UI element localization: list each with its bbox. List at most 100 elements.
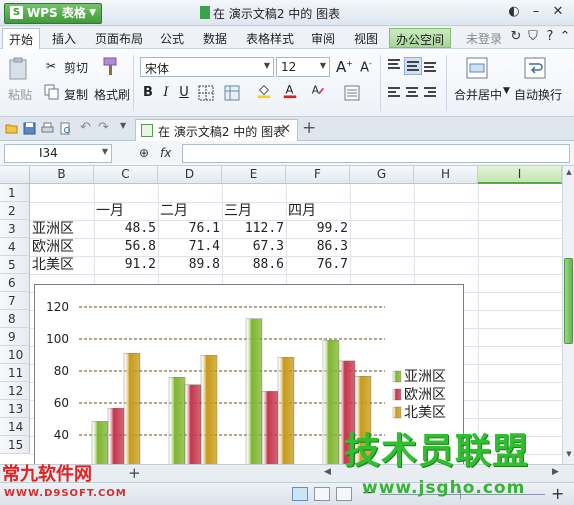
font-name-select[interactable]: 宋体 ▼: [140, 57, 274, 77]
fx-icon[interactable]: fx: [160, 146, 171, 160]
save-icon[interactable]: [23, 122, 36, 135]
value-cell[interactable]: 99.2: [286, 220, 348, 238]
scroll-down-icon[interactable]: ▼: [564, 450, 574, 460]
row-header[interactable]: 6: [0, 274, 30, 292]
value-cell[interactable]: 67.3: [222, 238, 284, 256]
new-tab-button[interactable]: +: [302, 118, 316, 138]
format-painter-label[interactable]: 格式刷: [94, 86, 130, 103]
row-header[interactable]: 7: [0, 292, 30, 310]
add-sheet-button[interactable]: +: [128, 464, 141, 482]
borders-icon[interactable]: [198, 85, 214, 101]
grow-font-icon[interactable]: A+: [336, 58, 353, 76]
copy-label[interactable]: 复制: [64, 86, 88, 103]
row-header[interactable]: 13: [0, 400, 30, 418]
menu-table-style[interactable]: 表格样式: [246, 30, 294, 47]
column-header-g[interactable]: G: [350, 166, 414, 184]
page-layout-view-button[interactable]: [336, 487, 352, 501]
menu-data[interactable]: 数据: [203, 30, 227, 47]
table-header-cell[interactable]: 四月: [288, 202, 316, 220]
font-size-select[interactable]: 12 ▼: [276, 57, 330, 77]
page-break-view-button[interactable]: [314, 487, 330, 501]
row-header[interactable]: 9: [0, 328, 30, 346]
wps-app-button[interactable]: S WPS 表格 ▼: [4, 3, 102, 24]
menu-review[interactable]: 审阅: [311, 30, 335, 47]
close-tab-icon[interactable]: ✕: [280, 122, 291, 137]
scroll-right-icon[interactable]: ▶: [552, 467, 559, 477]
align-center-icon[interactable]: [404, 85, 422, 103]
clear-format-icon[interactable]: A: [310, 83, 326, 99]
print-icon[interactable]: [41, 122, 54, 135]
name-box[interactable]: I34 ▼: [4, 144, 112, 163]
row-header[interactable]: 2: [0, 202, 30, 220]
table-header-cell[interactable]: 一月: [96, 202, 124, 220]
column-header-f[interactable]: F: [286, 166, 350, 184]
vertical-scrollbar[interactable]: ▲ ▼: [562, 166, 574, 464]
scroll-left-icon[interactable]: ◀: [324, 467, 331, 477]
align-middle-icon[interactable]: [404, 57, 422, 75]
column-header-h[interactable]: H: [414, 166, 478, 184]
menu-office-space[interactable]: 办公空间: [389, 28, 452, 48]
menu-insert[interactable]: 插入: [52, 30, 76, 47]
merge-center-icon[interactable]: [466, 57, 488, 79]
row-header[interactable]: 5: [0, 256, 30, 274]
close-button[interactable]: ✕: [548, 4, 568, 21]
value-cell[interactable]: 71.4: [158, 238, 220, 256]
paste-label[interactable]: 粘贴: [8, 86, 32, 103]
value-cell[interactable]: 76.1: [158, 220, 220, 238]
format-painter-icon[interactable]: [100, 57, 120, 77]
font-color-icon[interactable]: A: [282, 83, 298, 99]
wrap-text-icon[interactable]: [524, 57, 546, 79]
table-style-icon[interactable]: [224, 85, 240, 101]
align-right-icon[interactable]: [422, 85, 440, 103]
row-header[interactable]: 12: [0, 382, 30, 400]
zoom-formula-icon[interactable]: ⊕: [139, 146, 149, 160]
cut-label[interactable]: 剪切: [64, 59, 88, 76]
value-cell[interactable]: 88.6: [222, 256, 284, 274]
column-header-c[interactable]: C: [94, 166, 158, 184]
normal-view-button[interactable]: [292, 487, 308, 501]
paste-icon[interactable]: [8, 57, 30, 81]
underline-button[interactable]: U: [176, 85, 192, 100]
value-cell[interactable]: 56.8: [94, 238, 156, 256]
copy-icon[interactable]: [44, 84, 60, 100]
value-cell[interactable]: 89.8: [158, 256, 220, 274]
tab-document[interactable]: 在 演示文稿2 中的 图表 ✕: [135, 119, 298, 141]
menu-view[interactable]: 视图: [354, 30, 378, 47]
column-header-d[interactable]: D: [158, 166, 222, 184]
row-label-cell[interactable]: 亚洲区: [32, 220, 74, 238]
open-folder-icon[interactable]: [5, 122, 18, 135]
scroll-up-icon[interactable]: ▲: [564, 168, 574, 178]
column-header-e[interactable]: E: [222, 166, 286, 184]
row-header[interactable]: 11: [0, 364, 30, 382]
value-cell[interactable]: 112.7: [222, 220, 284, 238]
fill-color-icon[interactable]: [256, 83, 272, 99]
row-header[interactable]: 3: [0, 220, 30, 238]
cut-icon[interactable]: ✂: [46, 59, 56, 73]
column-header-b[interactable]: B: [30, 166, 94, 184]
value-cell[interactable]: 76.7: [286, 256, 348, 274]
print-preview-icon[interactable]: [59, 122, 72, 135]
bold-button[interactable]: B: [140, 85, 156, 100]
cell-format-icon[interactable]: [344, 85, 360, 101]
table-header-cell[interactable]: 三月: [224, 202, 252, 220]
row-header[interactable]: 4: [0, 238, 30, 256]
menu-formulas[interactable]: 公式: [160, 30, 184, 47]
undo-icon[interactable]: ↶: [80, 120, 93, 135]
redo-icon[interactable]: ↷: [98, 120, 111, 135]
italic-button[interactable]: I: [158, 85, 174, 100]
row-header[interactable]: 8: [0, 310, 30, 328]
value-cell[interactable]: 48.5: [94, 220, 156, 238]
align-top-icon[interactable]: [386, 57, 404, 75]
align-left-icon[interactable]: [386, 85, 404, 103]
menu-login-status[interactable]: 未登录: [466, 30, 502, 47]
scrollbar-thumb[interactable]: [564, 258, 573, 344]
wrap-text-label[interactable]: 自动换行: [514, 86, 562, 103]
customize-toolbar-icon[interactable]: ▼: [120, 121, 133, 134]
row-header[interactable]: 10: [0, 346, 30, 364]
row-header[interactable]: 1: [0, 184, 30, 202]
align-bottom-icon[interactable]: [422, 57, 440, 75]
collapse-ribbon-icon[interactable]: ⌃: [555, 29, 574, 46]
value-cell[interactable]: 91.2: [94, 256, 156, 274]
row-label-cell[interactable]: 欧洲区: [32, 238, 74, 256]
select-all-corner[interactable]: [0, 166, 30, 184]
